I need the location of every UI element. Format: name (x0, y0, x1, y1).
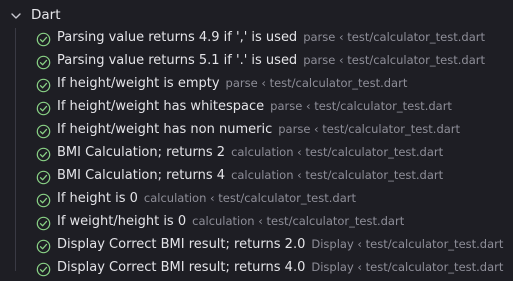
test-name: BMI Calculation; returns 2 (57, 145, 226, 160)
test-item-text: If height/weight has whitespace parse ‹ t… (57, 99, 452, 114)
test-name: If height/weight is empty (57, 76, 220, 91)
test-description: parse ‹ test/calculator_test.dart (225, 76, 408, 90)
test-name: BMI Calculation; returns 4 (57, 168, 226, 183)
test-item-text: If height is 0 calculation ‹ test/calcula… (57, 191, 356, 206)
test-item[interactable]: BMI Calculation; returns 4 calculation ‹ … (0, 166, 513, 189)
passed-check-icon (36, 101, 51, 116)
test-list: Parsing value returns 4.9 if ',' is used… (0, 28, 513, 281)
test-group-dart[interactable]: Dart (0, 4, 513, 28)
test-group-label: Dart (31, 7, 61, 23)
test-description: calculation ‹ test/calculator_test.dart (192, 214, 405, 228)
test-name: If weight/height is 0 (57, 214, 187, 229)
test-description: calculation ‹ test/calculator_test.dart (143, 191, 356, 205)
test-item[interactable]: Parsing value returns 4.9 if ',' is used… (0, 28, 513, 51)
test-item[interactable]: If height/weight is empty parse ‹ test/ca… (0, 74, 513, 97)
test-item-text: Display Correct BMI result; returns 4.0 D… (57, 260, 503, 275)
test-item-text: Display Correct BMI result; returns 2.0 D… (57, 237, 503, 252)
test-name: Display Correct BMI result; returns 4.0 (57, 260, 306, 275)
test-name: If height/weight has non numeric (57, 122, 273, 137)
test-description: Display ‹ test/calculator_test.dart (311, 260, 504, 274)
chevron-down-icon[interactable] (10, 10, 22, 22)
test-item[interactable]: Display Correct BMI result; returns 4.0 D… (0, 258, 513, 281)
test-description: parse ‹ test/calculator_test.dart (303, 30, 485, 44)
test-item-text: BMI Calculation; returns 4 calculation ‹ … (57, 168, 443, 183)
test-item[interactable]: If height/weight has whitespace parse ‹ t… (0, 97, 513, 120)
passed-check-icon (36, 147, 51, 162)
test-description: parse ‹ test/calculator_test.dart (303, 53, 485, 67)
test-item-text: If weight/height is 0 calculation ‹ test/… (57, 214, 404, 229)
test-name: Parsing value returns 4.9 if ',' is used (57, 30, 298, 45)
passed-check-icon (36, 124, 51, 139)
passed-check-icon (36, 55, 51, 70)
passed-check-icon (36, 239, 51, 254)
test-item-text: If height/weight has non numeric parse ‹ … (57, 122, 460, 137)
test-item[interactable]: If height/weight has non numeric parse ‹ … (0, 120, 513, 143)
passed-check-icon (36, 170, 51, 185)
test-name: Display Correct BMI result; returns 2.0 (57, 237, 306, 252)
passed-check-icon (36, 32, 51, 47)
test-item[interactable]: If weight/height is 0 calculation ‹ test/… (0, 212, 513, 235)
test-name: If height is 0 (57, 191, 138, 206)
passed-check-icon (36, 216, 51, 231)
test-description: Display ‹ test/calculator_test.dart (311, 237, 504, 251)
test-description: parse ‹ test/calculator_test.dart (270, 99, 452, 113)
test-item-text: Parsing value returns 5.1 if '.' is used… (57, 53, 485, 68)
test-item[interactable]: If height is 0 calculation ‹ test/calcula… (0, 189, 513, 212)
test-item[interactable]: BMI Calculation; returns 2 calculation ‹ … (0, 143, 513, 166)
passed-check-icon (36, 193, 51, 208)
test-item-text: Parsing value returns 4.9 if ',' is used… (57, 30, 485, 45)
passed-check-icon (36, 78, 51, 93)
test-item[interactable]: Display Correct BMI result; returns 2.0 D… (0, 235, 513, 258)
passed-check-icon (36, 262, 51, 277)
test-name: If height/weight has whitespace (57, 99, 265, 114)
test-description: parse ‹ test/calculator_test.dart (278, 122, 461, 136)
test-description: calculation ‹ test/calculator_test.dart (231, 145, 444, 159)
test-item-text: If height/weight is empty parse ‹ test/ca… (57, 76, 407, 91)
test-explorer-panel: Dart Parsing value returns 4.9 if ',' is… (0, 0, 513, 277)
test-name: Parsing value returns 5.1 if '.' is used (57, 53, 298, 68)
test-item[interactable]: Parsing value returns 5.1 if '.' is used… (0, 51, 513, 74)
test-description: calculation ‹ test/calculator_test.dart (231, 168, 444, 182)
test-item-text: BMI Calculation; returns 2 calculation ‹ … (57, 145, 443, 160)
